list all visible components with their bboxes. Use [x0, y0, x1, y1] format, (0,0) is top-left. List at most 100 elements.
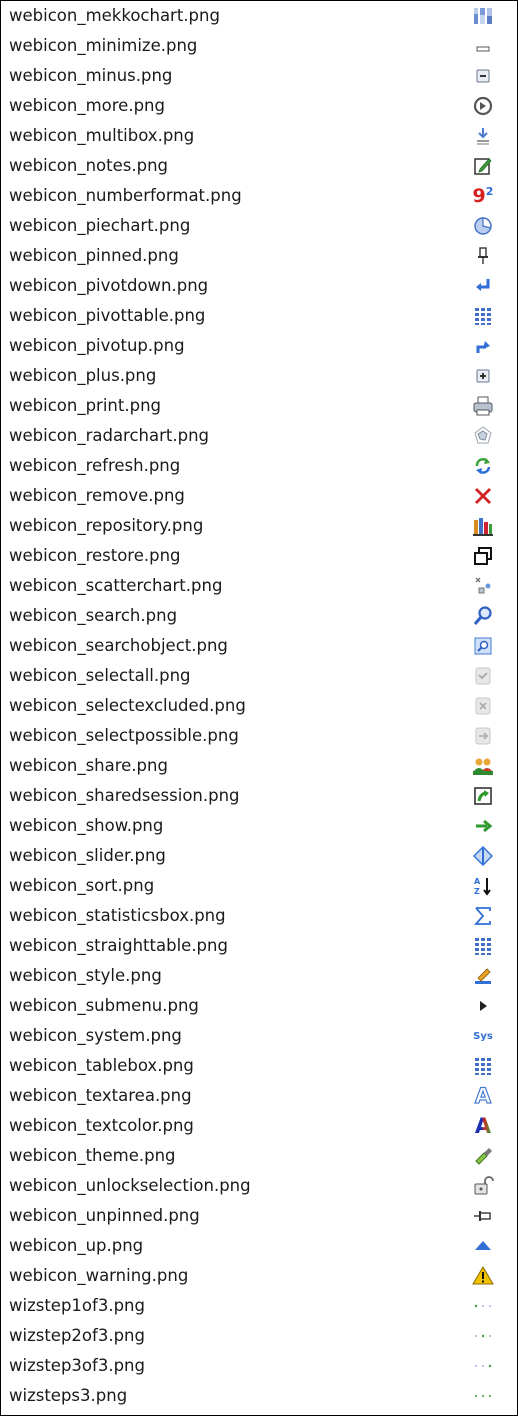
file-name: webicon_theme.png — [9, 1146, 176, 1165]
file-name: webicon_selectpossible.png — [9, 726, 239, 745]
print-icon — [471, 394, 495, 418]
file-name: webicon_searchobject.png — [9, 636, 228, 655]
file-name: webicon_selectexcluded.png — [9, 696, 246, 715]
statistics-box-icon — [471, 904, 495, 928]
number-format-exponent: 2 — [485, 185, 494, 198]
number-format-digit: 9 — [472, 184, 486, 207]
notes-icon — [471, 154, 495, 178]
plus-icon — [471, 364, 495, 388]
pivot-up-icon — [471, 334, 495, 358]
multibox-icon — [471, 124, 495, 148]
file-name: webicon_show.png — [9, 816, 164, 835]
file-row: wizstep3of3.png — [1, 1351, 517, 1381]
file-name: webicon_sort.png — [9, 876, 155, 895]
file-row: webicon_pinned.png — [1, 241, 517, 271]
file-name: wizstep2of3.png — [9, 1326, 145, 1345]
share-icon — [471, 754, 495, 778]
file-name: webicon_pivotup.png — [9, 336, 185, 355]
file-name: webicon_style.png — [9, 966, 162, 985]
file-row: webicon_refresh.png — [1, 451, 517, 481]
file-name: webicon_warning.png — [9, 1266, 189, 1285]
select-excluded-icon — [471, 694, 495, 718]
file-name: wizsteps3.png — [9, 1386, 128, 1405]
radar-chart-icon — [471, 424, 495, 448]
number-format-icon: 92 — [471, 184, 495, 208]
file-name: webicon_more.png — [9, 96, 165, 115]
svg-text:Z: Z — [474, 887, 480, 896]
file-row: webicon_multibox.png — [1, 121, 517, 151]
system-icon: Sys — [471, 1024, 495, 1048]
file-name: webicon_share.png — [9, 756, 168, 775]
file-row: webicon_unlockselection.png — [1, 1171, 517, 1201]
file-row: webicon_show.png — [1, 811, 517, 841]
file-name: webicon_numberformat.png — [9, 186, 242, 205]
warning-icon — [471, 1264, 495, 1288]
up-icon — [471, 1234, 495, 1258]
file-row: webicon_slider.png — [1, 841, 517, 871]
file-row: webicon_style.png — [1, 961, 517, 991]
file-row: webicon_pivotdown.png — [1, 271, 517, 301]
unlock-selection-icon — [471, 1174, 495, 1198]
file-name: webicon_tablebox.png — [9, 1056, 194, 1075]
file-row: webicon_sort.png A Z — [1, 871, 517, 901]
file-row: webicon_share.png — [1, 751, 517, 781]
file-name: webicon_repository.png — [9, 516, 204, 535]
search-object-icon — [471, 634, 495, 658]
file-row: webicon_radarchart.png — [1, 421, 517, 451]
file-row: webicon_theme.png — [1, 1141, 517, 1171]
file-row: webicon_tablebox.png — [1, 1051, 517, 1081]
file-row: webicon_sharedsession.png — [1, 781, 517, 811]
text-area-icon-glyph: A — [474, 1083, 492, 1108]
file-name: webicon_unlockselection.png — [9, 1176, 251, 1195]
slider-icon — [471, 844, 495, 868]
theme-icon — [471, 1144, 495, 1168]
select-all-icon — [471, 664, 495, 688]
wizard-step-1-of-3-icon — [471, 1294, 495, 1318]
file-name: webicon_straighttable.png — [9, 936, 228, 955]
file-row: wizstep2of3.png — [1, 1321, 517, 1351]
file-name: webicon_radarchart.png — [9, 426, 210, 445]
file-row: webicon_scatterchart.png — [1, 571, 517, 601]
search-icon — [471, 604, 495, 628]
file-row: webicon_more.png — [1, 91, 517, 121]
file-row: webicon_pivottable.png — [1, 301, 517, 331]
file-name: wizstep1of3.png — [9, 1296, 145, 1315]
file-name: webicon_minus.png — [9, 66, 173, 85]
file-name: webicon_pinned.png — [9, 246, 179, 265]
mekko-chart-icon — [471, 4, 495, 28]
file-row: wizstep1of3.png — [1, 1291, 517, 1321]
file-row: wizsteps3.png — [1, 1381, 517, 1411]
style-icon — [471, 964, 495, 988]
svg-text:A: A — [474, 877, 481, 886]
file-name: webicon_selectall.png — [9, 666, 191, 685]
file-row: webicon_restore.png — [1, 541, 517, 571]
file-row: webicon_notes.png — [1, 151, 517, 181]
file-row: webicon_textarea.png A — [1, 1081, 517, 1111]
file-name: webicon_restore.png — [9, 546, 181, 565]
file-name: webicon_scatterchart.png — [9, 576, 223, 595]
text-color-icon: A — [471, 1114, 495, 1138]
file-name: webicon_minimize.png — [9, 36, 198, 55]
file-row: webicon_plus.png — [1, 361, 517, 391]
system-icon-glyph: Sys — [473, 1030, 493, 1042]
file-name: webicon_search.png — [9, 606, 178, 625]
file-row: webicon_searchobject.png — [1, 631, 517, 661]
file-row: webicon_numberformat.png 9 2 — [1, 181, 517, 211]
file-name: wizstep3of3.png — [9, 1356, 145, 1375]
file-row: webicon_piechart.png — [1, 211, 517, 241]
file-name: webicon_up.png — [9, 1236, 144, 1255]
file-row: webicon_selectpossible.png — [1, 721, 517, 751]
wizard-step-2-of-3-icon — [471, 1324, 495, 1348]
file-row: webicon_warning.png — [1, 1261, 517, 1291]
repository-icon — [471, 514, 495, 538]
remove-icon — [471, 484, 495, 508]
file-row: webicon_selectall.png — [1, 661, 517, 691]
file-name: webicon_notes.png — [9, 156, 168, 175]
file-row: webicon_system.png Sys — [1, 1021, 517, 1051]
sort-icon: AZ — [471, 874, 495, 898]
file-name: webicon_slider.png — [9, 846, 166, 865]
file-name: webicon_remove.png — [9, 486, 185, 505]
file-row: webicon_minus.png — [1, 61, 517, 91]
straight-table-icon — [471, 934, 495, 958]
more-icon — [471, 94, 495, 118]
